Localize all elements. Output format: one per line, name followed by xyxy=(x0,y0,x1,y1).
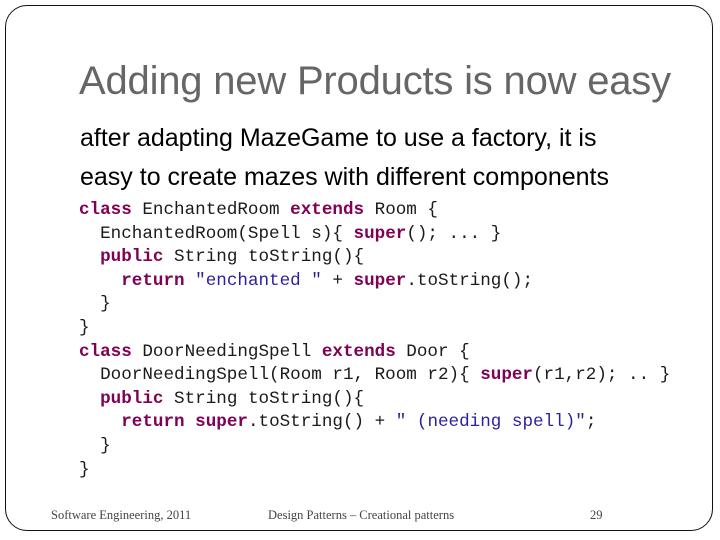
code-text: Room { xyxy=(364,200,438,220)
code-text: DoorNeedingSpell(Room r1, Room r2){ xyxy=(79,365,481,386)
subtitle-line: easy to create mazes with different comp… xyxy=(80,163,609,191)
code-line: public String toString(){ xyxy=(79,388,670,412)
footer-topic: Design Patterns – Creational patterns xyxy=(268,508,455,522)
slide-title: Adding new Products is now easy xyxy=(79,59,671,103)
code-line: return "enchanted " + super.toString(); xyxy=(79,270,670,294)
code-line: EnchantedRoom(Spell s){ super(); ... } xyxy=(79,223,670,247)
code-text: String toString(){ xyxy=(163,247,365,268)
code-text: } xyxy=(79,459,90,480)
code-keyword: super xyxy=(195,412,248,433)
code-keyword: super xyxy=(353,223,407,244)
code-string: "enchanted " xyxy=(195,270,322,291)
code-line: } xyxy=(79,293,670,317)
code-line: class DoorNeedingSpell extends Door { xyxy=(79,341,670,365)
code-line: public String toString(){ xyxy=(79,246,670,270)
code-text: String toString(){ xyxy=(163,388,365,409)
footer-page-number: 29 xyxy=(590,508,603,522)
code-text: (); ... } xyxy=(406,223,502,244)
footer-course: Software Engineering, 2011 xyxy=(51,508,192,522)
code-text: .toString(); xyxy=(406,270,534,291)
code-text: (r1,r2); .. } xyxy=(533,365,671,386)
code-keyword: extends xyxy=(290,200,365,220)
code-keyword: return xyxy=(121,412,185,433)
code-keyword: public xyxy=(100,388,164,409)
code-line: } xyxy=(79,435,670,459)
code-block: class EnchantedRoom extends Room { Encha… xyxy=(79,199,670,482)
code-text: } xyxy=(79,435,111,456)
code-keyword: public xyxy=(100,247,164,268)
slide-subtitle: after adapting MazeGame to use a factory… xyxy=(80,119,609,197)
code-keyword: super xyxy=(353,270,407,291)
subtitle-line: after adapting MazeGame to use a factory… xyxy=(80,124,597,152)
code-text: DoorNeedingSpell xyxy=(131,341,322,362)
code-line: class EnchantedRoom extends Room { xyxy=(79,199,670,223)
code-text: Door { xyxy=(395,341,470,362)
code-keyword: extends xyxy=(321,341,396,362)
code-keyword: super xyxy=(480,365,533,386)
code-line: return super.toString() + " (needing spe… xyxy=(79,411,670,435)
code-text: } xyxy=(79,317,90,338)
code-keyword: class xyxy=(79,200,132,220)
code-text: ; xyxy=(585,412,597,433)
code-text: .toString() + xyxy=(247,412,396,433)
code-line: } xyxy=(79,459,670,483)
code-text: } xyxy=(79,294,111,315)
code-text: + xyxy=(321,270,354,291)
code-text: EnchantedRoom xyxy=(131,200,291,220)
code-line: } xyxy=(79,317,670,341)
code-line: DoorNeedingSpell(Room r1, Room r2){ supe… xyxy=(79,364,670,388)
code-string: " (needing spell)" xyxy=(395,412,586,433)
code-keyword: return xyxy=(121,270,185,291)
code-text: EnchantedRoom(Spell s){ xyxy=(79,223,354,244)
code-keyword: class xyxy=(79,341,132,362)
